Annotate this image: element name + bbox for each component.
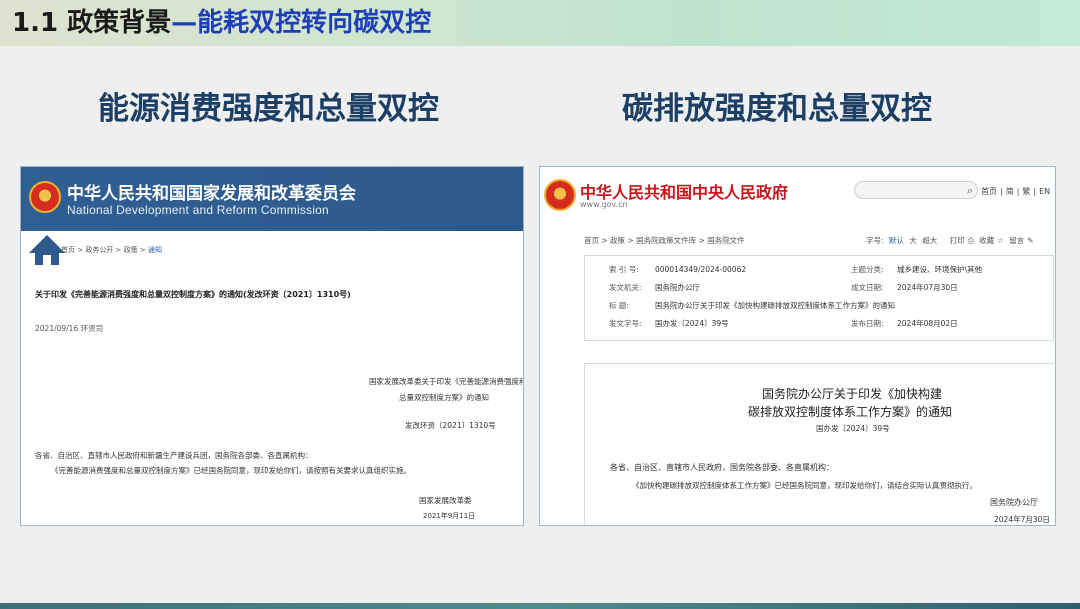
nav-simplified[interactable]: 简 [1006,187,1014,196]
meta-issuer-key: 发文机关: [609,283,642,292]
meta-index-row: 索 引 号: 000014349/2024-00062 [609,264,746,275]
ndrc-notice-heading-line1: 国家发展改革委关于印发《完善能源消费强度和 [369,377,524,386]
meta-index-key: 索 引 号: [609,265,639,274]
ndrc-publish-date: 2021/09/16 环资司 [35,324,104,333]
meta-written-row: 成文日期: 2024年07月30日 [851,282,958,293]
search-icon[interactable]: ⌕ [967,184,973,198]
meta-docno-row: 发文字号: 国办发〔2024〕39号 [609,318,729,329]
gov-recipients: 各省、自治区、直辖市人民政府，国务院各部委、各直属机构： [610,463,834,472]
gov-site-url: www.gov.cn [580,200,628,209]
gov-document-title-line2: 碳排放双控制度体系工作方案》的通知 [748,405,953,419]
ndrc-agency-name: 中华人民共和国国家发展和改革委员会 [67,184,356,204]
meta-topic-key: 主题分类: [851,265,884,274]
document-metadata-table: 索 引 号: 000014349/2024-00062 主题分类: 城乡建设、环境保… [584,255,1054,341]
ndrc-recipients: 各省、自治区、直辖市人民政府和新疆生产建设兵团，国务院各部委、各直属机构： [35,451,313,460]
gov-document-title-line1: 国务院办公厅关于印发《加快构建 [762,387,943,401]
favorite-button[interactable]: 收藏 [979,236,994,245]
meta-docno-value: 国办发〔2024〕39号 [655,319,729,328]
nav-traditional[interactable]: 繁 [1022,187,1030,196]
ndrc-screenshot-panel: 中华人民共和国国家发展和改革委员会 National Development a… [20,166,524,526]
meta-pubdate-key: 发布日期: [851,319,884,328]
meta-title-row: 标 题: 国务院办公厅关于印发《加快构建碳排放双控制度体系工作方案》的通知 [609,300,895,311]
national-emblem-icon [544,179,576,211]
meta-index-value: 000014349/2024-00062 [655,265,747,274]
font-size-large[interactable]: 大 [909,236,917,245]
nav-english[interactable]: EN [1039,187,1050,196]
ndrc-breadcrumb-path: 首页 > 政务公开 > 政策 > [61,246,148,254]
star-icon: ☆ [997,236,1004,245]
meta-pubdate-value: 2024年08月02日 [897,319,958,328]
meta-title-value: 国务院办公厅关于印发《加快构建碳排放双控制度体系工作方案》的通知 [655,301,895,310]
pencil-icon: ✎ [1027,236,1034,245]
left-column-heading: 能源消费强度和总量双控 [98,91,439,127]
meta-topic-value: 城乡建设、环境保护\其他 [897,265,983,274]
gov-signature: 国务院办公厅 [990,498,1038,507]
print-button[interactable]: 打印 [950,236,965,245]
bottom-strip [0,603,1080,609]
ndrc-breadcrumb[interactable]: 首页 > 政务公开 > 政策 > 通知 [61,245,162,255]
gov-document-number: 国办发〔2024〕39号 [816,424,890,433]
font-size-default[interactable]: 默认 [889,236,904,245]
gov-search-input[interactable]: ⌕ [854,181,978,199]
font-size-label: 字号: [866,236,884,245]
ndrc-document-number: 发改环资〔2021〕1310号 [405,421,496,430]
comment-button[interactable]: 留言 [1009,236,1024,245]
ndrc-notice-heading-line2: 总量双控制度方案》的通知 [399,393,489,402]
national-emblem-icon [29,181,61,213]
meta-issuer-row: 发文机关: 国务院办公厅 [609,282,700,293]
ndrc-signature: 国家发展改革委 [419,496,472,505]
gov-sign-date: 2024年7月30日 [994,515,1050,524]
ndrc-body-text: 《完善能源消费强度和总量双控制度方案》已经国务院同意，现印发给你们，请按照有关要… [51,466,411,475]
right-column-heading: 碳排放强度和总量双控 [622,91,932,127]
ndrc-document-title: 关于印发《完善能源消费强度和总量双控制度方案》的通知(发改环资〔2021〕131… [35,290,351,299]
ndrc-sign-date: 2021年9月11日 [423,512,476,520]
ndrc-agency-name-en: National Development and Reform Commissi… [67,203,329,217]
slide-title: 1.1 政策背景—能耗双控转向碳双控 [12,5,431,41]
meta-written-value: 2024年07月30日 [897,283,958,292]
nav-home[interactable]: 首页 [981,187,997,196]
meta-pubdate-row: 发布日期: 2024年08月02日 [851,318,958,329]
meta-docno-key: 发文字号: [609,319,642,328]
meta-title-key: 标 题: [609,301,629,310]
print-icon: ⎙ [967,236,974,245]
gov-top-nav: 首页 | 简 | 繁 | EN [981,187,1051,196]
gov-breadcrumb[interactable]: 首页 > 政策 > 国务院政策文件库 > 国务院文件 [584,235,745,246]
meta-topic-row: 主题分类: 城乡建设、环境保护\其他 [851,264,982,275]
slide-title-prefix: 1.1 政策背景 [12,8,172,38]
gov-body-text: 《加快构建碳排放双控制度体系工作方案》已经国务院同意，现印发给你们，请结合实际认… [632,481,977,490]
meta-issuer-value: 国务院办公厅 [655,283,700,292]
font-size-xlarge[interactable]: 超大 [922,236,937,245]
ndrc-banner: 中华人民共和国国家发展和改革委员会 National Development a… [21,167,523,231]
meta-written-key: 成文日期: [851,283,884,292]
ndrc-breadcrumb-current: 通知 [147,246,162,254]
gov-screenshot-panel: 中华人民共和国中央人民政府 www.gov.cn ⌕ 首页 | 简 | 繁 | EN 首页 … [539,166,1056,526]
slide-title-emphasis: —能耗双控转向碳双控 [171,8,432,38]
gov-toolbar: 字号: 默认 大 超大 打印 ⎙ 收藏 ☆ 留言 ✎ [866,235,1037,246]
